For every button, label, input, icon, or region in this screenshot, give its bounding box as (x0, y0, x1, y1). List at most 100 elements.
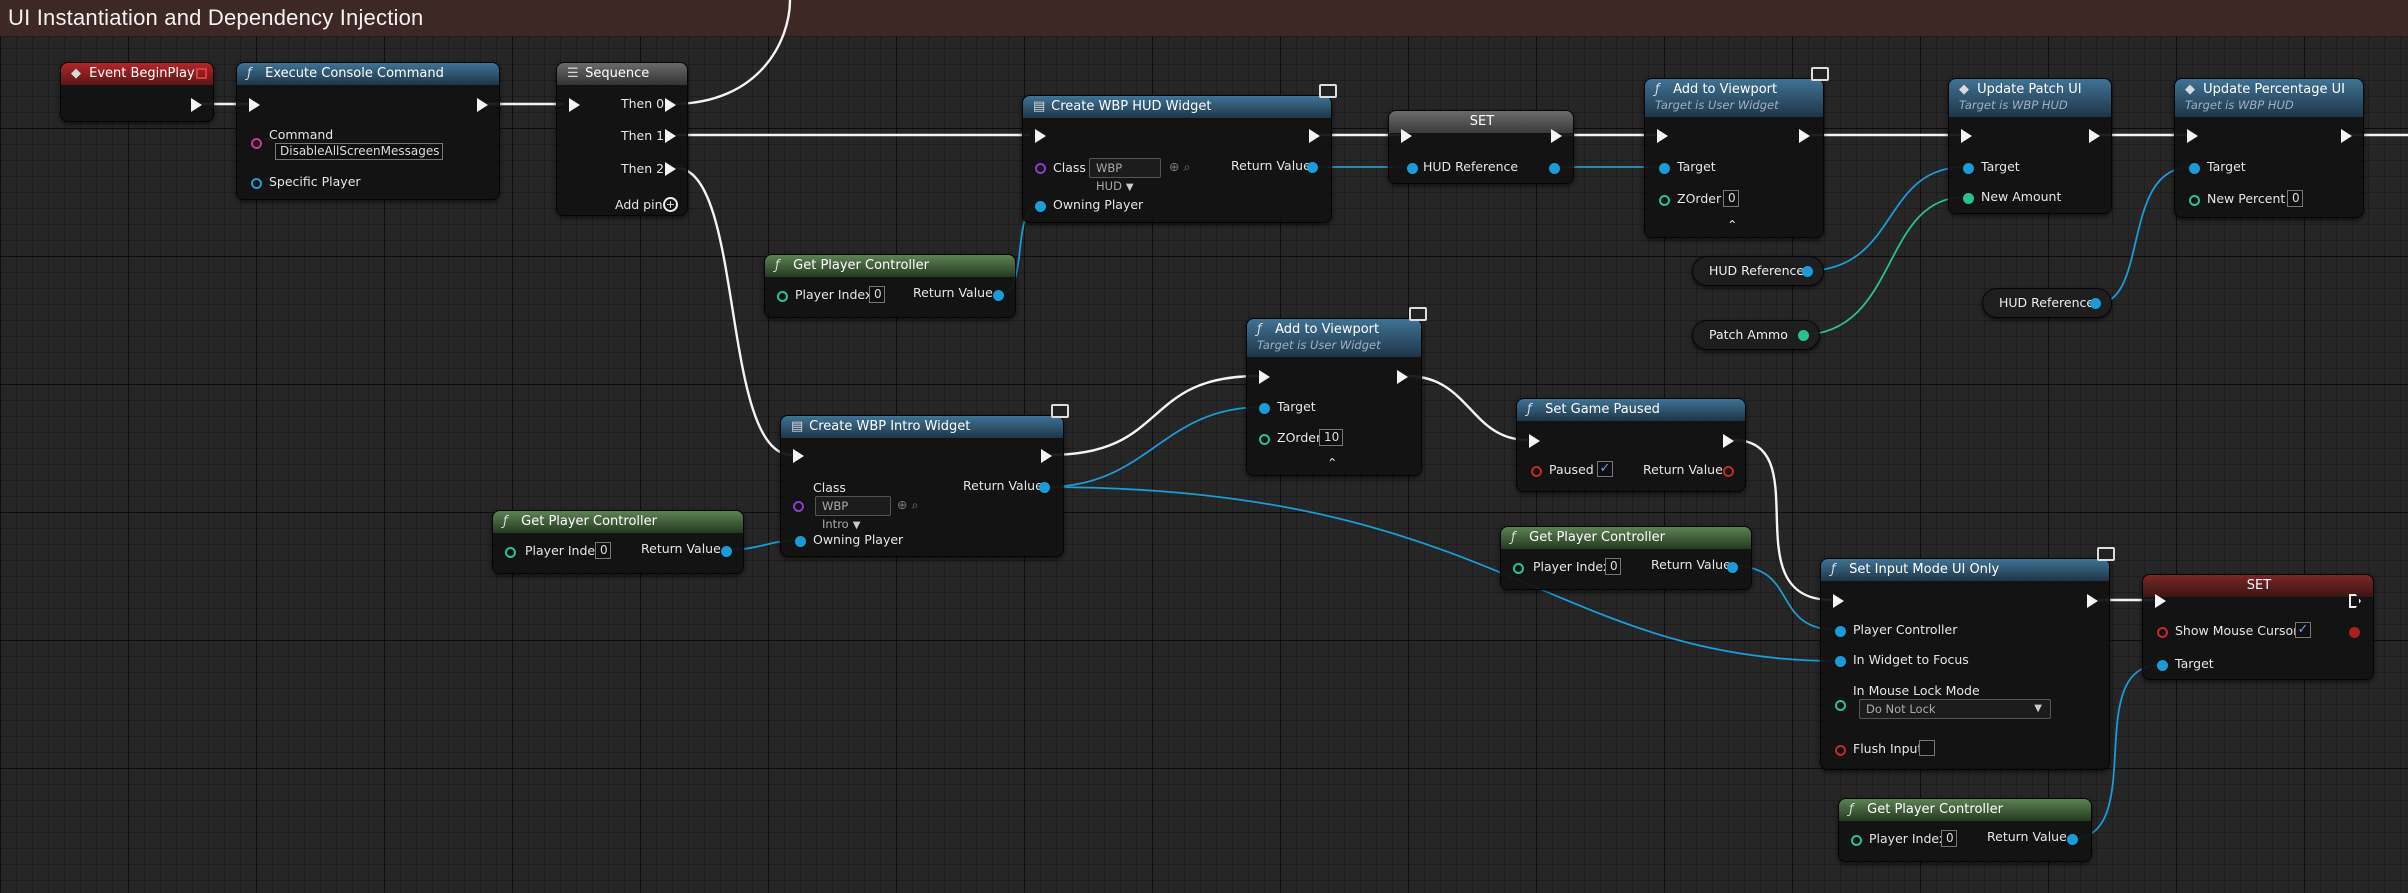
hud-reference-in-pin[interactable] (1407, 163, 1418, 174)
browse-icon[interactable]: ⊕ ⌕ (1169, 159, 1190, 175)
node-set-hud-reference[interactable]: SET HUD Reference (1388, 110, 1574, 184)
node-get-player-controller-cursor[interactable]: ƒ Get Player Controller Player Index 0 R… (1838, 798, 2092, 862)
new-percent-input[interactable]: 0 (2287, 190, 2303, 207)
node-add-to-viewport-intro[interactable]: ƒ Add to Viewport Target is User Widget … (1246, 307, 1427, 476)
return-value-pin[interactable] (721, 546, 732, 557)
show-cursor-out-pin[interactable] (2349, 627, 2360, 638)
target-pin[interactable] (2157, 660, 2168, 671)
flush-input-checkbox[interactable] (1919, 740, 1935, 756)
player-index-input[interactable]: 0 (1605, 558, 1621, 575)
target-pin[interactable] (1659, 163, 1670, 174)
flush-input-pin[interactable] (1835, 745, 1846, 756)
paused-checkbox[interactable]: ✓ (1597, 461, 1613, 477)
zorder-pin[interactable] (1259, 434, 1270, 445)
player-index-input[interactable]: 0 (869, 286, 885, 303)
node-update-patch-ui[interactable]: ◆ Update Patch UI Target is WBP HUD Targ… (1948, 78, 2112, 214)
exec-out-pin[interactable] (1551, 129, 1562, 143)
return-value-pin[interactable] (993, 290, 1004, 301)
var-out-pin[interactable] (1802, 266, 1813, 277)
node-get-player-controller-intro[interactable]: ƒ Get Player Controller Player Index 0 R… (492, 510, 744, 574)
add-pin-icon[interactable]: + (663, 197, 678, 212)
exec-in-pin[interactable] (1961, 129, 1972, 143)
mouse-lock-pin[interactable] (1835, 700, 1846, 711)
player-index-pin[interactable] (1851, 835, 1862, 846)
exec-out-pin[interactable] (1397, 370, 1408, 384)
exec-in-pin[interactable] (2187, 129, 2198, 143)
exec-out-pin[interactable] (2341, 129, 2352, 143)
class-pin[interactable] (793, 501, 804, 512)
command-pin[interactable] (251, 138, 262, 149)
exec-out-pin[interactable] (2087, 594, 2098, 608)
node-add-to-viewport-hud[interactable]: ƒ Add to Viewport Target is User Widget … (1644, 67, 1829, 238)
return-value-pin[interactable] (1307, 162, 1318, 173)
class-dropdown[interactable]: WBP Intro ▼ (815, 496, 891, 531)
collapse-icon[interactable]: ⌃ (1327, 455, 1337, 470)
exec-in-pin[interactable] (1259, 370, 1270, 384)
player-index-pin[interactable] (1513, 563, 1524, 574)
exec-in-pin[interactable] (569, 98, 580, 112)
paused-pin[interactable] (1531, 466, 1542, 477)
var-hud-reference-2[interactable]: HUD Reference (1982, 288, 2112, 318)
exec-in-pin[interactable] (793, 449, 804, 463)
node-update-percentage-ui[interactable]: ◆ Update Percentage UI Target is WBP HUD… (2174, 78, 2364, 218)
exec-in-pin[interactable] (1035, 129, 1046, 143)
exec-out-pin[interactable] (1799, 129, 1810, 143)
player-index-pin[interactable] (505, 547, 516, 558)
node-execute-console-command[interactable]: ƒ Execute Console Command Command Disabl… (236, 62, 500, 200)
node-create-wbp-hud-widget[interactable]: ▤ Create WBP HUD Widget Class WBP HUD ▼ ⊕… (1022, 84, 1337, 223)
node-event-beginplay[interactable]: ◆ Event BeginPlay (60, 62, 214, 122)
delegate-pin-icon[interactable] (196, 68, 207, 79)
exec-out-pin[interactable] (191, 98, 202, 112)
var-out-pin[interactable] (1798, 330, 1809, 341)
mouse-lock-dropdown[interactable]: Do Not Lock ▼ (1859, 699, 2051, 719)
exec-out-pin[interactable] (2089, 129, 2100, 143)
node-sequence[interactable]: ☰ Sequence Then 0 Then 1 Then 2 Add pin … (556, 62, 688, 216)
widget-focus-pin[interactable] (1835, 656, 1846, 667)
exec-out-pin[interactable] (1309, 129, 1320, 143)
return-value-pin[interactable] (1039, 482, 1050, 493)
command-input[interactable]: DisableAllScreenMessages (275, 143, 443, 160)
new-amount-pin[interactable] (1963, 193, 1974, 204)
exec-out-pin[interactable] (477, 98, 488, 112)
class-pin[interactable] (1035, 163, 1046, 174)
exec-out-pin[interactable] (1041, 449, 1052, 463)
node-set-input-mode-ui-only[interactable]: ƒ Set Input Mode UI Only Player Controll… (1820, 547, 2115, 770)
class-dropdown[interactable]: WBP HUD ▼ (1089, 158, 1161, 193)
collapse-icon[interactable]: ⌃ (1727, 217, 1737, 232)
exec-in-pin[interactable] (1529, 434, 1540, 448)
owning-player-pin[interactable] (795, 536, 806, 547)
then2-pin[interactable] (665, 162, 676, 176)
zorder-pin[interactable] (1659, 195, 1670, 206)
specific-player-pin[interactable] (251, 178, 262, 189)
return-value-pin[interactable] (1727, 562, 1738, 573)
target-pin[interactable] (1963, 163, 1974, 174)
show-cursor-in-pin[interactable] (2157, 627, 2168, 638)
return-value-pin[interactable] (2067, 834, 2078, 845)
player-index-pin[interactable] (777, 291, 788, 302)
browse-icon[interactable]: ⊕ ⌕ (897, 497, 918, 513)
target-pin[interactable] (2189, 163, 2200, 174)
player-controller-pin[interactable] (1835, 626, 1846, 637)
target-pin[interactable] (1259, 403, 1270, 414)
node-create-wbp-intro-widget[interactable]: ▤ Create WBP Intro Widget Class WBP Intr… (780, 404, 1069, 557)
var-patch-ammo[interactable]: Patch Ammo (1692, 320, 1820, 350)
then1-pin[interactable] (665, 129, 676, 143)
return-value-pin[interactable] (1723, 466, 1734, 477)
exec-out-pin[interactable] (1723, 434, 1734, 448)
show-cursor-checkbox[interactable]: ✓ (2295, 622, 2311, 638)
player-index-input[interactable]: 0 (1941, 830, 1957, 847)
player-index-input[interactable]: 0 (595, 542, 611, 559)
add-pin-label[interactable]: Add pin (615, 197, 663, 212)
zorder-input[interactable]: 10 (1319, 429, 1343, 446)
node-get-player-controller-hud[interactable]: ƒ Get Player Controller Player Index 0 R… (764, 254, 1016, 318)
var-out-pin[interactable] (2090, 298, 2101, 309)
exec-in-pin[interactable] (1657, 129, 1668, 143)
zorder-input[interactable]: 0 (1723, 190, 1739, 207)
var-hud-reference[interactable]: HUD Reference (1692, 256, 1824, 286)
exec-in-pin[interactable] (249, 98, 260, 112)
exec-in-pin[interactable] (1401, 129, 1412, 143)
hud-reference-out-pin[interactable] (1549, 163, 1560, 174)
exec-in-pin[interactable] (1833, 594, 1844, 608)
node-get-player-controller-input[interactable]: ƒ Get Player Controller Player Index 0 R… (1500, 526, 1752, 590)
node-set-show-mouse-cursor[interactable]: SET Show Mouse Cursor ✓ Target (2142, 574, 2374, 680)
